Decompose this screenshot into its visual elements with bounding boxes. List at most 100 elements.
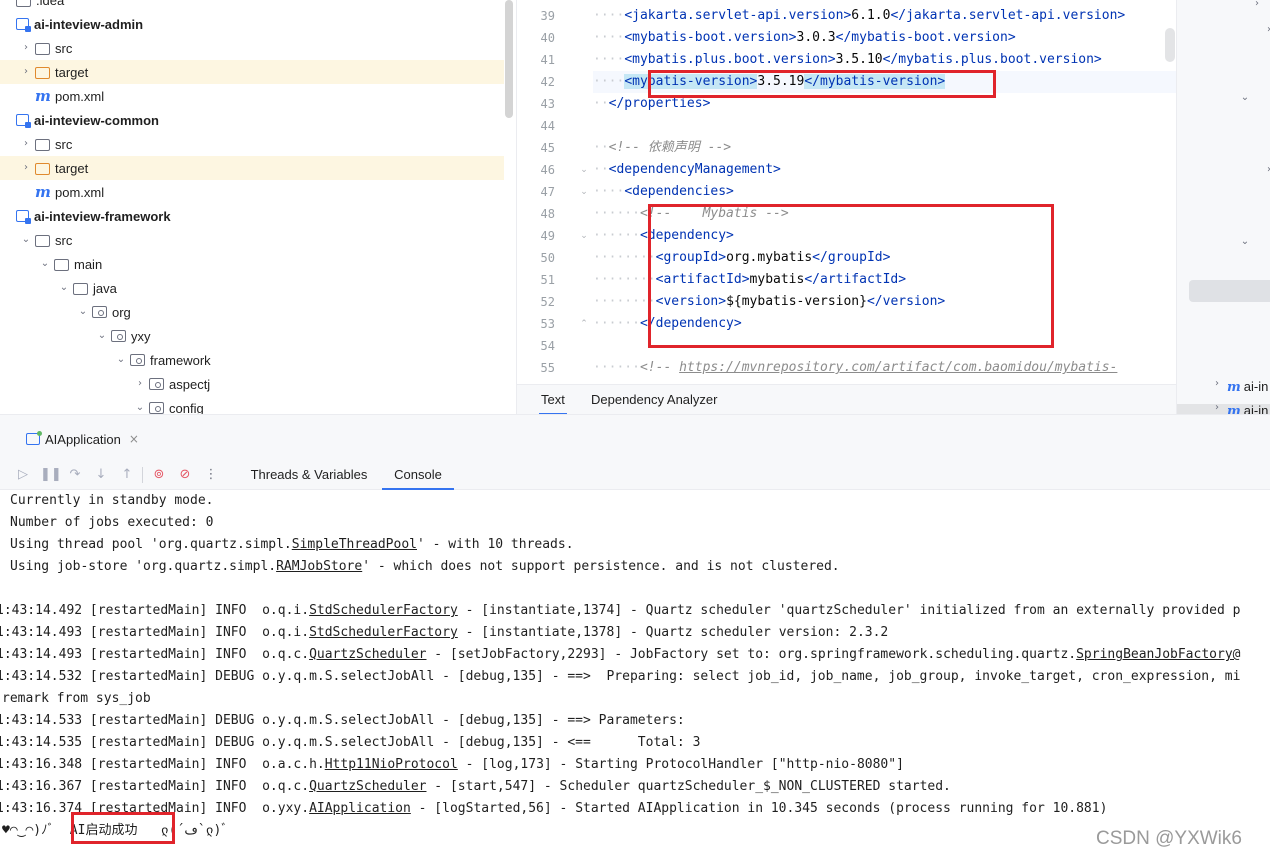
pause-icon[interactable]: ❚❚ xyxy=(40,466,62,484)
console-line: Using job-store 'org.quartz.simpl.RAMJob… xyxy=(10,559,840,574)
code-line[interactable]: ········<version>${mybatis-version}</ver… xyxy=(593,291,1176,313)
package-icon xyxy=(130,354,145,366)
chevron-down-icon[interactable]: ⌄ xyxy=(57,281,71,295)
tree-item-label: main xyxy=(74,256,103,272)
console-line: 1:43:14.492 [restartedMain] INFO o.q.i.S… xyxy=(0,603,1241,618)
code-line[interactable]: ····<mybatis-boot.version>3.0.3</mybatis… xyxy=(593,27,1176,49)
spring-run-icon xyxy=(26,431,42,445)
fold-toggle-icon[interactable]: ⌄ xyxy=(579,225,589,247)
run-tool-window-header: AIApplication × xyxy=(0,414,1270,460)
more-options-icon[interactable]: ⋮ xyxy=(202,466,220,484)
tree-item[interactable]: › target xyxy=(0,156,504,180)
code-line[interactable]: ··<dependencyManagement> xyxy=(593,159,1176,181)
tree-item[interactable]: ⌄ config xyxy=(0,396,504,414)
chevron-right-icon[interactable]: › xyxy=(1211,402,1223,413)
tree-item[interactable]: ⌄ main xyxy=(0,252,504,276)
code-line[interactable]: ····<dependencies> xyxy=(593,181,1176,203)
tab-console[interactable]: Console xyxy=(382,460,454,490)
tab-dependency-analyzer[interactable]: Dependency Analyzer xyxy=(589,385,719,414)
toolbar-divider xyxy=(142,467,143,483)
code-line[interactable]: ········<artifactId>mybatis</artifactId> xyxy=(593,269,1176,291)
console-output[interactable]: Currently in standby mode. Number of jobs… xyxy=(0,490,1270,862)
folder-icon xyxy=(54,258,69,271)
chevron-right-icon[interactable]: › xyxy=(1251,0,1263,9)
maven-project-item[interactable]: m ai-in xyxy=(1227,400,1268,414)
close-icon[interactable]: × xyxy=(129,432,139,446)
chevron-down-icon[interactable]: ⌄ xyxy=(133,401,147,414)
tree-item[interactable]: ⌄ org xyxy=(0,300,504,324)
editor-scrollbar[interactable] xyxy=(1165,28,1175,62)
tab-text[interactable]: Text xyxy=(539,385,567,414)
maven-icon: m xyxy=(35,183,51,201)
tree-item[interactable]: ai-inteview-framework xyxy=(0,204,504,228)
fold-toggle-icon[interactable]: ⌄ xyxy=(579,181,589,203)
tree-item[interactable]: .idea xyxy=(0,0,504,12)
chevron-down-icon[interactable]: ⌄ xyxy=(1239,236,1251,247)
chevron-right-icon[interactable]: › xyxy=(1211,378,1223,389)
tree-item[interactable]: › aspectj xyxy=(0,372,504,396)
folder-icon xyxy=(35,42,50,55)
chevron-down-icon[interactable]: ⌄ xyxy=(114,353,128,367)
tree-item[interactable]: › target xyxy=(0,60,504,84)
tree-item[interactable]: › src xyxy=(0,36,504,60)
tree-item[interactable]: ai-inteview-common xyxy=(0,108,504,132)
step-over-icon[interactable]: ↷ xyxy=(66,466,84,484)
code-line[interactable]: ····<jakarta.servlet-api.version>6.1.0</… xyxy=(593,5,1176,27)
code-line[interactable]: ······<!-- https://mvnrepository.com/art… xyxy=(593,357,1176,379)
code-line[interactable]: ········<groupId>org.mybatis</groupId> xyxy=(593,247,1176,269)
tree-item[interactable]: › src xyxy=(0,132,504,156)
code-line[interactable] xyxy=(593,335,1176,357)
chevron-right-icon xyxy=(19,89,33,103)
chevron-down-icon[interactable]: ⌄ xyxy=(19,233,33,247)
resume-icon[interactable]: ▷ xyxy=(14,466,32,484)
tree-item[interactable]: ai-inteview-admin xyxy=(0,12,504,36)
maven-project-item[interactable]: m ai-in xyxy=(1227,376,1268,398)
chevron-right-icon[interactable]: › xyxy=(19,41,33,55)
tree-item-label: ai-inteview-common xyxy=(34,112,159,128)
chevron-down-icon[interactable]: ⌄ xyxy=(95,329,109,343)
chevron-down-icon[interactable]: ⌄ xyxy=(1239,92,1251,103)
line-number: 42 xyxy=(540,75,555,89)
tree-item[interactable]: ⌄ java xyxy=(0,276,504,300)
line-number: 45 xyxy=(540,141,555,155)
editor-bottom-tabs: Text Dependency Analyzer xyxy=(517,384,1176,414)
code-line[interactable]: ····<mybatis-version>3.5.19</mybatis-ver… xyxy=(593,71,1176,93)
code-line[interactable]: ······</dependency> xyxy=(593,313,1176,335)
tree-item[interactable]: ⌄ framework xyxy=(0,348,504,372)
view-breakpoints-icon[interactable]: ⊚ xyxy=(150,466,168,484)
fold-toggle-icon[interactable]: ⌃ xyxy=(579,313,589,335)
tree-item[interactable]: ⌄ yxy xyxy=(0,324,504,348)
step-into-icon[interactable]: ↓ xyxy=(92,466,110,484)
code-line[interactable]: ······<dependency> xyxy=(593,225,1176,247)
chevron-right-icon[interactable]: › xyxy=(133,377,147,391)
step-out-icon[interactable]: ↑ xyxy=(118,466,136,484)
chevron-right-icon xyxy=(0,17,14,31)
project-tree-scrollbar[interactable] xyxy=(505,0,513,118)
fold-toggle-icon[interactable]: ⌄ xyxy=(579,159,589,181)
code-line[interactable] xyxy=(593,115,1176,137)
chevron-right-icon[interactable]: › xyxy=(19,161,33,175)
run-tab-aiapplication[interactable]: AIApplication × xyxy=(26,429,139,449)
chevron-down-icon[interactable]: ⌄ xyxy=(38,257,52,271)
chevron-right-icon[interactable]: › xyxy=(1263,164,1270,175)
mute-breakpoints-icon[interactable]: ⊘ xyxy=(176,466,194,484)
tree-item[interactable]: m pom.xml xyxy=(0,84,504,108)
chevron-right-icon[interactable]: › xyxy=(19,137,33,151)
tab-threads-variables[interactable]: Threads & Variables xyxy=(240,460,378,490)
chevron-right-icon[interactable]: › xyxy=(1263,24,1270,35)
chevron-right-icon xyxy=(0,0,14,7)
code-line[interactable]: ····<mybatis.plus.boot.version>3.5.10</m… xyxy=(593,49,1176,71)
module-folder-icon xyxy=(16,114,31,128)
chevron-down-icon[interactable]: ⌄ xyxy=(76,305,90,319)
tree-item-label: org xyxy=(112,304,131,320)
code-editor: 39 40 41 42 43 44 45 46 ⌄ 47 ⌄ 48 49 ⌄ 50 51 52 53 ⌃ 54 55 ·… xyxy=(516,0,1176,414)
code-line[interactable]: ······<!-- Mybatis --> xyxy=(593,203,1176,225)
tree-item[interactable]: m pom.xml xyxy=(0,180,504,204)
tree-item[interactable]: ⌄ src xyxy=(0,228,504,252)
console-line: remark from sys_job xyxy=(2,691,151,706)
tree-item-label: ai-inteview-framework xyxy=(34,208,171,224)
chevron-right-icon[interactable]: › xyxy=(19,65,33,79)
code-line[interactable]: ··</properties> xyxy=(593,93,1176,115)
code-line[interactable]: ··<!-- 依赖声明 --> xyxy=(593,137,1176,159)
selected-node[interactable] xyxy=(1189,280,1270,302)
